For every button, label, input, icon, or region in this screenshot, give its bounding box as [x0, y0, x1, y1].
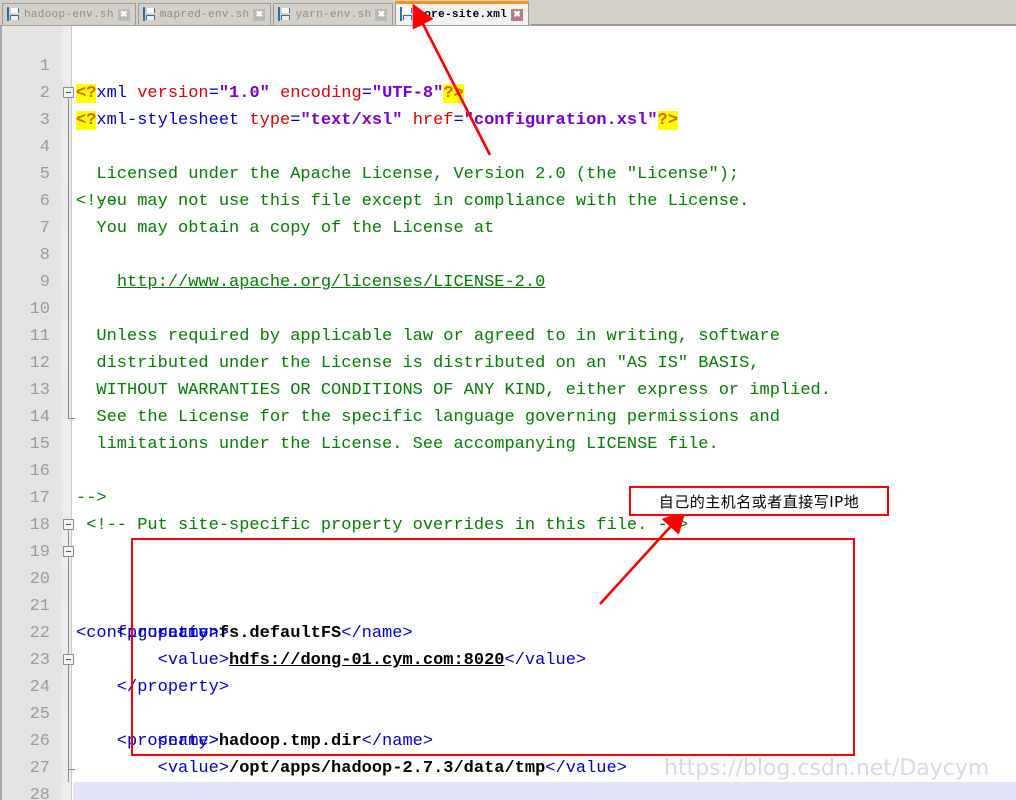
code-line-current[interactable]: 29: [0, 782, 1016, 800]
code-line[interactable]: 10 Unless required by applicable law or …: [0, 269, 1016, 346]
code-line[interactable]: 6 You may obtain a copy of the License a…: [0, 161, 1016, 238]
fold-toggle-property-icon[interactable]: [63, 546, 74, 557]
code-line[interactable]: 7: [0, 188, 1016, 238]
code-line[interactable]: 2 <?xml-stylesheet type="text/xsl" href=…: [0, 53, 1016, 130]
code-editor[interactable]: 1 <?xml version="1.0" encoding="UTF-8"?>…: [0, 26, 1016, 800]
tab-label: core-site.xml: [417, 8, 508, 21]
code-line[interactable]: 24 <property>: [0, 647, 1016, 751]
code-line[interactable]: 11 distributed under the License is dist…: [0, 296, 1016, 373]
tab-label: hadoop-env.sh: [24, 8, 114, 21]
code-line[interactable]: 13 See the License for the specific lang…: [0, 350, 1016, 427]
floppy-disk-icon: [278, 7, 291, 21]
close-icon[interactable]: ✖: [253, 8, 266, 21]
code-line[interactable]: 18: [0, 485, 1016, 535]
code-line[interactable]: 21 <name>fs.defaultFS</name>: [0, 566, 1016, 643]
fold-toggle-comment-icon[interactable]: [63, 87, 74, 98]
tab-mapred-env-sh[interactable]: mapred-env.sh ✖: [137, 3, 272, 25]
code-line[interactable]: 23 </property>: [0, 620, 1016, 697]
code-line[interactable]: 1 <?xml version="1.0" encoding="UTF-8"?>: [0, 26, 1016, 103]
code-line[interactable]: 17 <!-- Put site-specific property overr…: [0, 458, 1016, 535]
tab-core-site-xml[interactable]: core-site.xml ✖: [395, 1, 530, 25]
code-line[interactable]: 25 <name>hadoop.tmp.dir</name>: [0, 674, 1016, 751]
close-icon[interactable]: ✖: [375, 8, 388, 21]
code-line[interactable]: 4 Licensed under the Apache License, Ver…: [0, 107, 1016, 184]
floppy-disk-icon: [400, 7, 413, 21]
current-line-highlight: [73, 782, 1016, 800]
fold-guide-end: [68, 755, 75, 770]
tab-bar-empty-area: [531, 2, 1016, 25]
code-line[interactable]: 9: [0, 242, 1016, 292]
code-line[interactable]: 16: [0, 431, 1016, 481]
code-line[interactable]: 27 </property>: [0, 728, 1016, 800]
code-line[interactable]: 14 limitations under the License. See ac…: [0, 377, 1016, 454]
code-line[interactable]: 3 <!--: [0, 80, 1016, 404]
editor-tab-bar: hadoop-env.sh ✖ mapred-env.sh ✖ yarn-env…: [0, 0, 1016, 26]
code-line[interactable]: 15 -->: [0, 404, 1016, 508]
tab-hadoop-env-sh[interactable]: hadoop-env.sh ✖: [2, 3, 136, 25]
code-line[interactable]: 19 <configuration>: [0, 512, 1016, 782]
code-line[interactable]: 28 </configuration>: [0, 755, 1016, 800]
code-line[interactable]: 5 you may not use this file except in co…: [0, 134, 1016, 211]
code-line[interactable]: 8 http://www.apache.org/licenses/LICENSE…: [0, 215, 1016, 292]
code-line[interactable]: 26 <value>/opt/apps/hadoop-2.7.3/data/tm…: [0, 701, 1016, 778]
code-line[interactable]: 12 WITHOUT WARRANTIES OR CONDITIONS OF A…: [0, 323, 1016, 400]
code-line[interactable]: 20 <property>: [0, 539, 1016, 643]
close-icon[interactable]: ✖: [117, 8, 130, 21]
close-icon[interactable]: ✖: [511, 8, 524, 21]
fold-toggle-configuration-icon[interactable]: [63, 519, 74, 530]
code-line[interactable]: 22 <value>hdfs://dong-01.cym.com:8020</v…: [0, 593, 1016, 670]
fold-guide-end: [68, 404, 75, 419]
fold-toggle-property-icon[interactable]: [63, 654, 74, 665]
code-lines: 1 <?xml version="1.0" encoding="UTF-8"?>…: [0, 26, 1016, 800]
tab-label: mapred-env.sh: [159, 8, 250, 21]
floppy-disk-icon: [142, 7, 156, 21]
floppy-disk-icon: [7, 7, 20, 21]
tab-label: yarn-env.sh: [295, 8, 372, 21]
tab-yarn-env-sh[interactable]: yarn-env.sh ✖: [273, 3, 394, 25]
